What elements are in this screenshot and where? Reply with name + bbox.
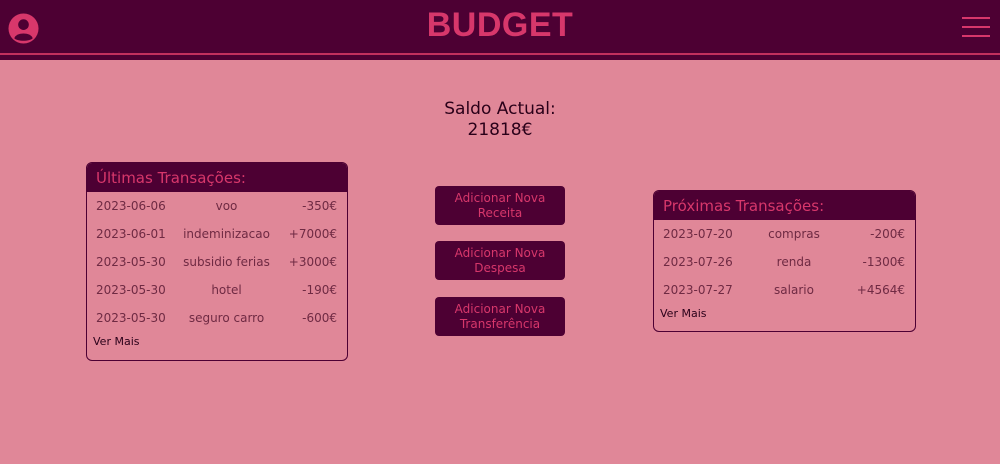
transaction-date: 2023-06-01 [96,227,166,241]
add-expense-button[interactable]: Adicionar Nova Despesa [435,241,565,280]
menu-line [962,26,990,28]
transaction-description: voo [215,199,238,213]
upcoming-transactions-title: Próximas Transações: [654,191,915,220]
add-income-button[interactable]: Adicionar Nova Receita [435,186,565,225]
transaction-description: compras [768,227,820,241]
table-row[interactable]: 2023-05-30 subsidio ferias +3000€ [87,248,347,276]
table-row[interactable]: 2023-07-26 renda -1300€ [654,248,915,276]
transaction-date: 2023-05-30 [96,255,166,269]
transaction-description: seguro carro [188,311,265,325]
top-bar: BUDGET [0,0,1000,55]
header-divider [0,55,1000,60]
transaction-amount: -190€ [302,283,337,297]
transaction-date: 2023-06-06 [96,199,166,213]
transaction-amount: +7000€ [288,227,337,241]
upcoming-transactions-card: Próximas Transações: 2023-07-20 compras … [653,190,916,332]
app-title: BUDGET [426,6,574,44]
transaction-amount: -1300€ [862,255,905,269]
transaction-description: hotel [211,283,242,297]
transaction-description: indeminizacao [183,227,270,241]
add-transfer-button[interactable]: Adicionar Nova Transferência [435,297,565,336]
transaction-date: 2023-05-30 [96,283,166,297]
balance-panel: Saldo Actual: 21818€ [0,99,1000,141]
table-row[interactable]: 2023-07-20 compras -200€ [654,220,915,248]
transaction-amount: -600€ [302,311,337,325]
transaction-amount: -200€ [870,227,905,241]
transaction-description: renda [776,255,812,269]
transaction-date: 2023-07-20 [663,227,733,241]
transaction-date: 2023-05-30 [96,311,166,325]
recent-transactions-title: Últimas Transações: [87,163,347,192]
table-row[interactable]: 2023-06-01 indeminizacao +7000€ [87,220,347,248]
table-row[interactable]: 2023-07-27 salario +4564€ [654,276,915,304]
transaction-amount: -350€ [302,199,337,213]
table-row[interactable]: 2023-05-30 hotel -190€ [87,276,347,304]
menu-line [962,35,990,37]
table-row[interactable]: 2023-06-06 voo -350€ [87,192,347,220]
hamburger-menu-icon[interactable] [962,17,990,39]
see-more-link[interactable]: Ver Mais [654,304,915,324]
balance-value: 21818€ [467,120,533,140]
transaction-amount: +4564€ [856,283,905,297]
recent-transactions-card: Últimas Transações: 2023-06-06 voo -350€… [86,162,348,361]
balance-label: Saldo Actual: [444,99,556,119]
transaction-description: salario [774,283,814,297]
transaction-description: subsidio ferias [183,255,270,269]
see-more-link[interactable]: Ver Mais [87,332,347,352]
transaction-date: 2023-07-26 [663,255,733,269]
transaction-amount: +3000€ [288,255,337,269]
transaction-date: 2023-07-27 [663,283,733,297]
menu-line [962,17,990,19]
table-row[interactable]: 2023-05-30 seguro carro -600€ [87,304,347,332]
